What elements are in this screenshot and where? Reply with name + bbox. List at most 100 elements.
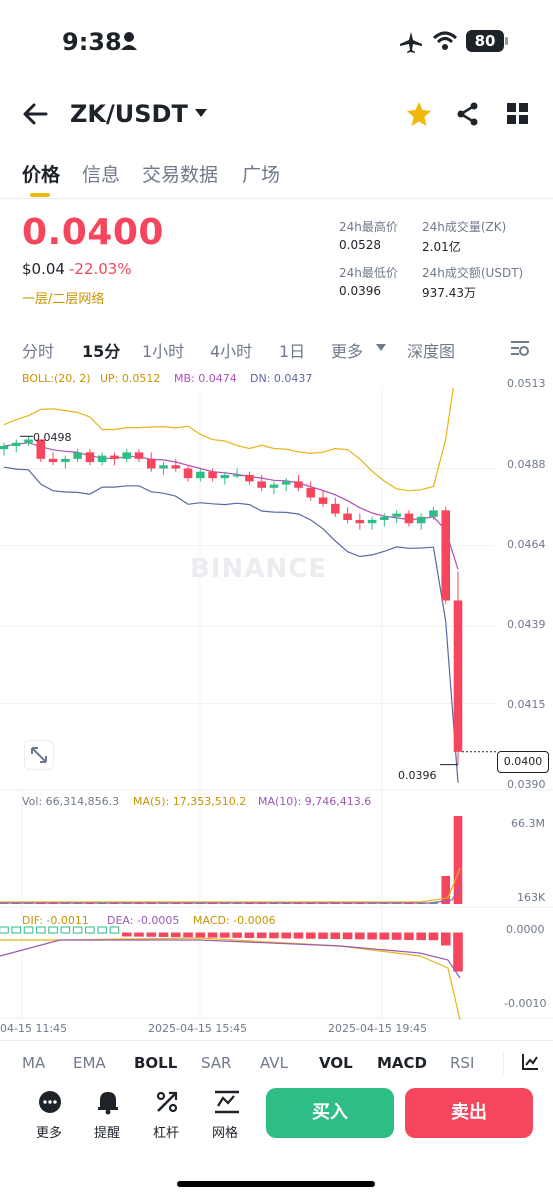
- price-axis-label: 0.0513: [507, 377, 546, 390]
- expand-button[interactable]: [24, 740, 54, 770]
- candle-body: [48, 458, 58, 463]
- boll-down-line: [3, 466, 459, 783]
- favorite-star-icon[interactable]: [406, 101, 432, 127]
- volume-label: 24h成交量(ZK): [422, 220, 507, 234]
- grid-trading-icon[interactable]: [214, 1090, 240, 1114]
- watermark: BINANCE: [190, 554, 327, 584]
- tab-square[interactable]: 广场: [242, 160, 280, 187]
- interval-1d[interactable]: 1日: [279, 338, 305, 362]
- indicator-separator: [503, 1052, 504, 1074]
- macd-dea-line: [0, 939, 461, 979]
- usd-price: $0.04: [22, 260, 65, 278]
- current-price-tag[interactable]: 0.0400: [497, 751, 549, 773]
- macd-histogram-bar: [440, 932, 451, 946]
- macd-histogram-bar: [48, 926, 58, 934]
- more-caret-icon[interactable]: [376, 344, 386, 351]
- tab-underline: [30, 193, 50, 197]
- buy-button[interactable]: 买入: [266, 1088, 394, 1138]
- nav-grid[interactable]: 网格: [212, 1122, 238, 1141]
- grid-menu-icon[interactable]: [507, 103, 529, 125]
- candle-body: [441, 510, 451, 601]
- indicator-avl[interactable]: AVL: [260, 1054, 288, 1072]
- candle-body: [159, 465, 168, 469]
- sell-button[interactable]: 卖出: [405, 1088, 533, 1138]
- turnover-label: 24h成交额(USDT): [422, 266, 524, 280]
- interval-1h[interactable]: 1小时: [142, 338, 184, 362]
- candle-body: [380, 516, 389, 520]
- macd-histogram-bar: [391, 932, 402, 940]
- macd-histogram-bar: [367, 932, 377, 940]
- interval-more[interactable]: 更多: [331, 338, 363, 362]
- macd-axis-top: 0.0000: [506, 923, 545, 936]
- last-price: 0.0400: [22, 212, 164, 253]
- macd-histogram-bar: [428, 932, 439, 941]
- nav-more[interactable]: 更多: [36, 1122, 62, 1141]
- low-label: 24h最低价: [339, 266, 398, 280]
- interval-15m[interactable]: 15分: [82, 338, 120, 362]
- tab-trading-data[interactable]: 交易数据: [142, 160, 218, 187]
- tab-divider: [0, 198, 553, 199]
- high-marker: 0.0498: [33, 431, 72, 444]
- interval-timeline[interactable]: 分时: [22, 338, 54, 362]
- indicator-vol[interactable]: VOL: [319, 1054, 353, 1072]
- macd-histogram-bar: [23, 926, 34, 934]
- leverage-icon[interactable]: [155, 1090, 179, 1114]
- macd-histogram-bar: [232, 932, 242, 938]
- macd-histogram-bar: [207, 932, 218, 938]
- boll-dn: DN: 0.0437: [250, 372, 313, 385]
- candle-body: [392, 513, 401, 517]
- interval-4h[interactable]: 4小时: [210, 338, 252, 362]
- macd-histogram-bar: [85, 926, 95, 934]
- macd-histogram-bar: [330, 932, 341, 940]
- boll-mb: MB: 0.0474: [174, 372, 237, 385]
- indicator-macd[interactable]: MACD: [377, 1054, 427, 1072]
- candle-body: [343, 513, 352, 520]
- candle-body: [306, 487, 316, 498]
- candle-body: [11, 442, 21, 446]
- volume-bar: [453, 816, 463, 904]
- candle-body: [281, 481, 291, 485]
- high-value: 0.0528: [339, 238, 381, 252]
- macd-histogram-bar: [281, 932, 292, 939]
- network-tag[interactable]: 一层/二层网络: [22, 288, 104, 307]
- share-icon[interactable]: [456, 102, 480, 126]
- candle-body: [122, 452, 131, 459]
- macd-histogram-bar: [416, 932, 426, 941]
- more-icon[interactable]: [38, 1090, 62, 1114]
- candle-body: [232, 474, 242, 477]
- tab-price[interactable]: 价格: [22, 160, 60, 187]
- candlestick-chart[interactable]: [0, 388, 553, 1028]
- candle-body: [97, 455, 107, 463]
- candle-body: [85, 452, 95, 463]
- macd-histogram-bar: [109, 926, 120, 934]
- indicator-settings-icon[interactable]: [521, 1053, 539, 1071]
- volume-value: 2.01亿: [422, 240, 461, 254]
- macd-histogram-bar: [146, 932, 157, 937]
- candle-body: [269, 484, 279, 488]
- chart-settings-icon[interactable]: [510, 339, 530, 357]
- candle-body: [429, 510, 438, 517]
- candle-body: [183, 468, 193, 479]
- depth-chart-tab[interactable]: 深度图: [407, 338, 455, 362]
- macd-histogram-bar: [195, 932, 206, 938]
- pair-title[interactable]: ZK/USDT: [70, 100, 188, 128]
- candle-body: [110, 455, 119, 459]
- macd-histogram-bar: [269, 932, 279, 939]
- bell-icon[interactable]: [96, 1089, 120, 1115]
- home-indicator: [177, 1181, 375, 1187]
- tab-info[interactable]: 信息: [82, 160, 120, 187]
- indicator-boll[interactable]: BOLL: [134, 1054, 177, 1072]
- macd-histogram-bar: [220, 932, 230, 938]
- indicator-sar[interactable]: SAR: [201, 1054, 231, 1072]
- indicator-rsi[interactable]: RSI: [450, 1054, 474, 1072]
- status-time: 9:38: [62, 28, 122, 56]
- indicator-ema[interactable]: EMA: [73, 1054, 106, 1072]
- boll-name: BOLL:(20, 2): [22, 372, 91, 385]
- back-arrow-icon[interactable]: [22, 102, 48, 126]
- nav-alert[interactable]: 提醒: [94, 1122, 120, 1141]
- macd-histogram-bar: [318, 932, 328, 939]
- nav-leverage[interactable]: 杠杆: [153, 1122, 179, 1141]
- caret-down-icon[interactable]: [194, 108, 208, 118]
- indicator-ma[interactable]: MA: [22, 1054, 45, 1072]
- candle-body: [416, 516, 426, 524]
